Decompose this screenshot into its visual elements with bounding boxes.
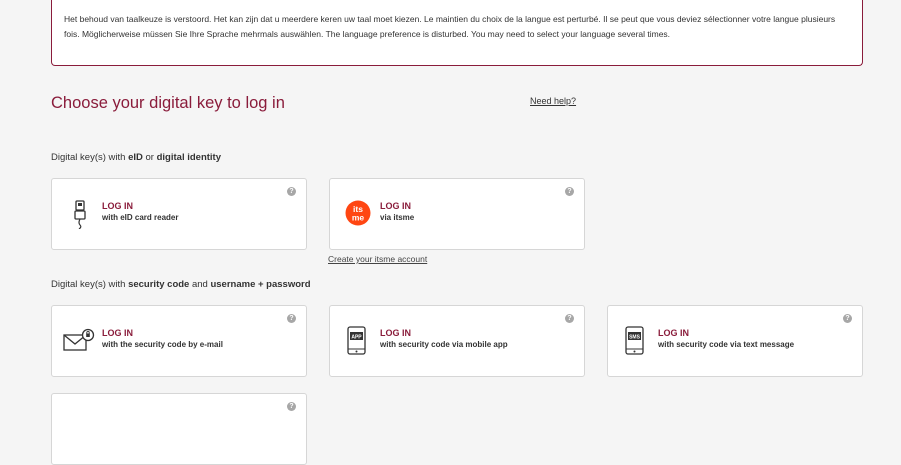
login-card-itsme[interactable]: ? its me LOG IN via itsme <box>329 178 585 250</box>
card-sub-label: with security code via mobile app <box>380 340 508 349</box>
section-eid-middle: or <box>142 152 157 163</box>
language-warning-text: Het behoud van taalkeuze is verstoord. H… <box>64 14 836 39</box>
card-text: LOG IN with the security code by e-mail <box>102 327 223 351</box>
help-icon[interactable]: ? <box>287 187 296 196</box>
page-title: Choose your digital key to log in <box>51 94 285 112</box>
card-login-label: LOG IN <box>380 201 411 211</box>
card-login-label: LOG IN <box>658 328 689 338</box>
card-sub-label: with the security code by e-mail <box>102 340 223 349</box>
create-itsme-account-link[interactable]: Create your itsme account <box>328 254 427 264</box>
card-text: LOG IN with security code via mobile app <box>380 327 508 351</box>
section-label-eid: Digital key(s) with eID or digital ident… <box>51 152 221 163</box>
login-card-partial[interactable]: ? <box>51 393 307 465</box>
help-icon[interactable]: ? <box>287 314 296 323</box>
need-help-link[interactable]: Need help? <box>530 96 576 106</box>
card-sub-label: with eID card reader <box>102 213 179 222</box>
help-icon[interactable]: ? <box>287 402 296 411</box>
sms-badge: SMS <box>629 334 641 340</box>
heading-row: Choose your digital key to log in Need h… <box>51 92 863 116</box>
itsme-logo: its me <box>345 200 371 230</box>
card-text: LOG IN with eID card reader <box>102 200 178 224</box>
login-card-mobile-app[interactable]: ? APP LOG IN with security code via mobi… <box>329 305 585 377</box>
help-icon[interactable]: ? <box>565 314 574 323</box>
card-login-label: LOG IN <box>102 328 133 338</box>
help-icon[interactable]: ? <box>843 314 852 323</box>
card-login-label: LOG IN <box>102 201 133 211</box>
login-card-email[interactable]: ? LOG IN with the security code by e-mai… <box>51 305 307 377</box>
login-card-sms[interactable]: ? SMS LOG IN with security code via text… <box>607 305 863 377</box>
login-card-eid[interactable]: ? LOG IN with eID card reader <box>51 178 307 250</box>
card-sub-label: via itsme <box>380 213 415 222</box>
language-warning-notice: Het behoud van taalkeuze is verstoord. H… <box>51 0 863 66</box>
section-eid-bold2: digital identity <box>156 152 221 163</box>
card-sub-label: with security code via text message <box>658 340 795 349</box>
section-eid-prefix: Digital key(s) with <box>51 152 129 163</box>
section-code-prefix: Digital key(s) with <box>51 279 129 290</box>
section-code-bold2: username + password <box>210 279 311 290</box>
mobile-app-icon: APP <box>344 326 370 356</box>
section-label-security-code: Digital key(s) with security code and us… <box>51 279 311 290</box>
card-text: LOG IN via itsme <box>380 200 414 224</box>
itsme-logo-bottom-text: me <box>352 213 365 223</box>
email-envelope-icon <box>63 328 95 358</box>
card-login-label: LOG IN <box>380 328 411 338</box>
section-code-bold1: security code <box>128 279 190 290</box>
card-reader-icon <box>67 199 93 230</box>
section-code-middle: and <box>189 279 211 290</box>
card-text: LOG IN with security code via text messa… <box>658 327 794 351</box>
mobile-app-badge: APP <box>351 334 362 340</box>
section-eid-bold1: eID <box>128 152 143 163</box>
sms-phone-icon: SMS <box>622 326 648 356</box>
help-icon[interactable]: ? <box>565 187 574 196</box>
